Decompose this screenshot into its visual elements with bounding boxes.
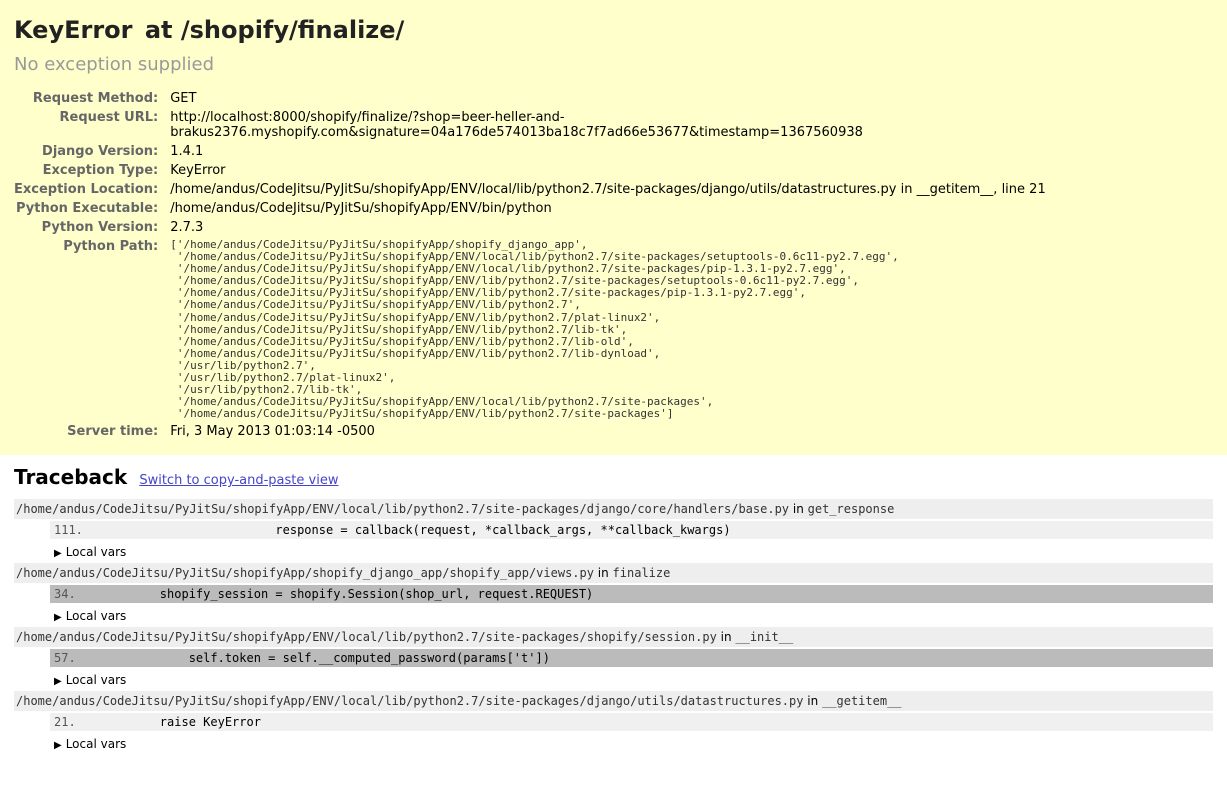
summary-table: Request Method: GET Request URL: http://… — [14, 89, 1207, 441]
frame-file: /home/andus/CodeJitsu/PyJitSu/shopifyApp… — [16, 566, 594, 580]
code-text: response = callback(request, *callback_a… — [102, 523, 731, 537]
frame-function: __getitem__ — [822, 694, 901, 708]
frame-function: get_response — [808, 502, 895, 516]
in-keyword: in — [803, 694, 822, 708]
local-vars-toggle[interactable]: ▶ Local vars — [54, 737, 1213, 751]
frame-location: /home/andus/CodeJitsu/PyJitSu/shopifyApp… — [14, 499, 1213, 519]
label-exception-type: Exception Type: — [14, 161, 164, 180]
line-number: 21. — [54, 715, 102, 729]
value-exception-location: /home/andus/CodeJitsu/PyJitSu/shopifyApp… — [164, 180, 1207, 199]
in-keyword: in — [717, 630, 736, 644]
exception-message: No exception supplied — [14, 54, 1207, 75]
label-django-version: Django Version: — [14, 142, 164, 161]
frame-file: /home/andus/CodeJitsu/PyJitSu/shopifyApp… — [16, 502, 789, 516]
label-request-url: Request URL: — [14, 108, 164, 142]
code-text: shopify_session = shopify.Session(shop_u… — [102, 587, 593, 601]
line-number: 111. — [54, 523, 102, 537]
code-text: self.token = self.__computed_password(pa… — [102, 651, 550, 665]
value-request-method: GET — [164, 89, 1207, 108]
code-line: 34. shopify_session = shopify.Session(sh… — [50, 585, 1213, 603]
value-python-executable: /home/andus/CodeJitsu/PyJitSu/shopifyApp… — [164, 199, 1207, 218]
frame-context[interactable]: 111. response = callback(request, *callb… — [50, 521, 1213, 539]
frame-location: /home/andus/CodeJitsu/PyJitSu/shopifyApp… — [14, 627, 1213, 647]
value-server-time: Fri, 3 May 2013 01:03:14 -0500 — [164, 422, 1207, 441]
frame-function: __init__ — [735, 630, 793, 644]
in-keyword: in — [789, 502, 808, 516]
frame-context[interactable]: 57. self.token = self.__computed_passwor… — [50, 649, 1213, 667]
label-python-path: Python Path: — [14, 237, 164, 422]
label-request-method: Request Method: — [14, 89, 164, 108]
local-vars-label: Local vars — [66, 673, 127, 687]
local-vars-label: Local vars — [66, 545, 127, 559]
frame-location: /home/andus/CodeJitsu/PyJitSu/shopifyApp… — [14, 691, 1213, 711]
value-exception-type: KeyError — [164, 161, 1207, 180]
frame-location: /home/andus/CodeJitsu/PyJitSu/shopifyApp… — [14, 563, 1213, 583]
local-vars-label: Local vars — [66, 737, 127, 751]
value-python-version: 2.7.3 — [164, 218, 1207, 237]
label-python-version: Python Version: — [14, 218, 164, 237]
disclosure-triangle-icon: ▶ — [54, 740, 62, 751]
traceback-frame: /home/andus/CodeJitsu/PyJitSu/shopifyApp… — [14, 691, 1213, 751]
local-vars-toggle[interactable]: ▶ Local vars — [54, 673, 1213, 687]
frame-file: /home/andus/CodeJitsu/PyJitSu/shopifyApp… — [16, 630, 717, 644]
error-summary: KeyError at /shopify/finalize/ No except… — [0, 0, 1227, 455]
label-server-time: Server time: — [14, 422, 164, 441]
error-path: at /shopify/finalize/ — [145, 16, 404, 44]
frame-file: /home/andus/CodeJitsu/PyJitSu/shopifyApp… — [16, 694, 803, 708]
value-request-url: http://localhost:8000/shopify/finalize/?… — [164, 108, 1207, 142]
disclosure-triangle-icon: ▶ — [54, 548, 62, 559]
disclosure-triangle-icon: ▶ — [54, 612, 62, 623]
code-line: 111. response = callback(request, *callb… — [50, 521, 1213, 539]
local-vars-toggle[interactable]: ▶ Local vars — [54, 609, 1213, 623]
line-number: 34. — [54, 587, 102, 601]
local-vars-toggle[interactable]: ▶ Local vars — [54, 545, 1213, 559]
code-line: 21. raise KeyError — [50, 713, 1213, 731]
label-python-executable: Python Executable: — [14, 199, 164, 218]
value-python-path: ['/home/andus/CodeJitsu/PyJitSu/shopifyA… — [170, 239, 1201, 420]
disclosure-triangle-icon: ▶ — [54, 676, 62, 687]
traceback-frame: /home/andus/CodeJitsu/PyJitSu/shopifyApp… — [14, 563, 1213, 623]
code-line: 57. self.token = self.__computed_passwor… — [50, 649, 1213, 667]
traceback-frame: /home/andus/CodeJitsu/PyJitSu/shopifyApp… — [14, 499, 1213, 559]
code-text: raise KeyError — [102, 715, 261, 729]
switch-view-link[interactable]: Switch to copy-and-paste view — [139, 473, 338, 488]
label-exception-location: Exception Location: — [14, 180, 164, 199]
frames-list: /home/andus/CodeJitsu/PyJitSu/shopifyApp… — [14, 499, 1213, 751]
frame-function: finalize — [613, 566, 671, 580]
value-django-version: 1.4.1 — [164, 142, 1207, 161]
frame-context[interactable]: 21. raise KeyError — [50, 713, 1213, 731]
local-vars-label: Local vars — [66, 609, 127, 623]
frame-context[interactable]: 34. shopify_session = shopify.Session(sh… — [50, 585, 1213, 603]
error-type: KeyError — [14, 16, 133, 44]
line-number: 57. — [54, 651, 102, 665]
page-title: KeyError at /shopify/finalize/ — [14, 16, 1207, 44]
in-keyword: in — [594, 566, 613, 580]
traceback-section: Traceback Switch to copy-and-paste view … — [0, 455, 1227, 775]
traceback-heading: Traceback — [14, 465, 127, 489]
traceback-frame: /home/andus/CodeJitsu/PyJitSu/shopifyApp… — [14, 627, 1213, 687]
